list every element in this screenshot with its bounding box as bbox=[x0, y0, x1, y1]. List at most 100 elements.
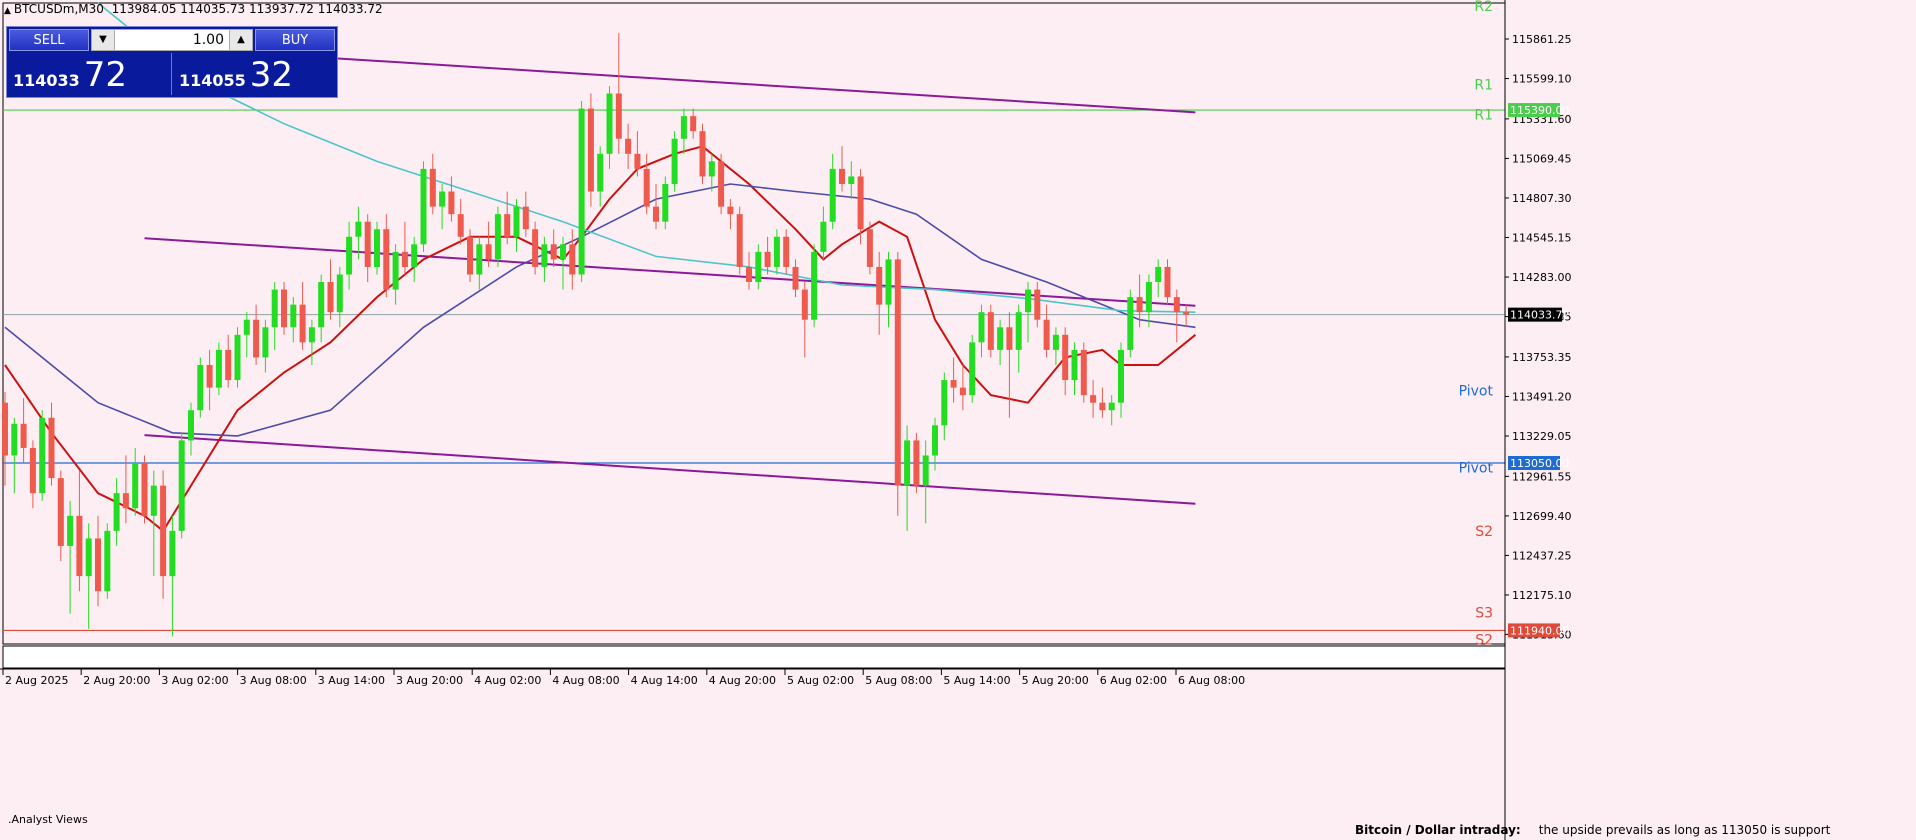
candle bbox=[225, 334, 232, 388]
candle bbox=[783, 229, 790, 275]
buy-button[interactable]: BUY bbox=[255, 29, 335, 51]
pivot-label-r1: R1 bbox=[1474, 77, 1493, 93]
candle-body bbox=[1080, 349, 1087, 396]
x-tick-label: 4 Aug 20:00 bbox=[709, 674, 776, 687]
lot-size-input[interactable]: ▼ 1.00 ▲ bbox=[91, 29, 253, 51]
candle bbox=[550, 229, 557, 267]
candle bbox=[467, 229, 473, 283]
candle bbox=[253, 304, 260, 365]
candle bbox=[494, 206, 501, 267]
time-axis: 2 Aug 2025 2 Aug 20:00 3 Aug 02:00 3 Aug 08… bbox=[2, 669, 1245, 687]
indicator-subwindow bbox=[2, 645, 1506, 669]
pivot-label-s3: S3 bbox=[1475, 605, 1493, 621]
candle bbox=[569, 229, 576, 290]
candle-body bbox=[634, 153, 641, 169]
collapse-triangle-icon[interactable]: ▲ bbox=[4, 6, 11, 16]
candle-body bbox=[680, 116, 687, 139]
candle-body bbox=[457, 214, 464, 237]
candle-body bbox=[420, 168, 427, 245]
x-tick-label: 5 Aug 02:00 bbox=[787, 674, 854, 687]
candle-body bbox=[857, 176, 864, 230]
candle-body bbox=[243, 319, 250, 335]
candle bbox=[383, 214, 390, 298]
price-chart[interactable]: R2 R1 R1 Pivot Pivot S2 S3 S2 115861.25 115599.1… bbox=[0, 0, 1916, 840]
x-tick-label: 5 Aug 08:00 bbox=[865, 674, 932, 687]
y-tick-label: 112961.55 bbox=[1512, 470, 1572, 483]
candle-body bbox=[894, 259, 901, 486]
candle bbox=[215, 342, 222, 396]
candle bbox=[1080, 342, 1087, 403]
candle-body bbox=[1108, 402, 1115, 411]
candle-body bbox=[1164, 266, 1171, 298]
sell-price[interactable]: 114033 72 bbox=[13, 55, 127, 95]
y-tick-label: 112699.40 bbox=[1512, 510, 1572, 523]
sell-button[interactable]: SELL bbox=[9, 29, 89, 51]
candle bbox=[346, 221, 353, 290]
candle-body bbox=[141, 463, 148, 516]
symbol-name: BTCUSDm,M30 bbox=[13, 2, 104, 16]
candle bbox=[913, 432, 920, 494]
level-price-label: 115390.00 bbox=[1510, 104, 1570, 117]
candle-body bbox=[1052, 334, 1059, 350]
y-tick-label: 114807.30 bbox=[1512, 192, 1572, 205]
candle-body bbox=[932, 425, 938, 456]
candle bbox=[318, 274, 325, 343]
ohlc-values: 113984.05 114035.73 113937.72 114033.72 bbox=[111, 2, 383, 16]
candle-body bbox=[801, 289, 808, 320]
candle-body bbox=[848, 176, 855, 184]
candle bbox=[243, 312, 250, 358]
candles bbox=[2, 33, 1190, 637]
candle-body bbox=[885, 259, 892, 305]
candle-body bbox=[178, 440, 185, 531]
candle bbox=[1173, 289, 1180, 343]
candle bbox=[29, 440, 36, 509]
candle-body bbox=[811, 251, 818, 320]
candle bbox=[1052, 327, 1059, 365]
x-tick-label: 3 Aug 14:00 bbox=[318, 674, 385, 687]
buy-price[interactable]: 114055 32 bbox=[179, 55, 293, 95]
candle bbox=[941, 372, 948, 441]
candle-body bbox=[913, 440, 920, 486]
candle-body bbox=[987, 312, 994, 350]
candle-body bbox=[122, 493, 129, 509]
candle-body bbox=[959, 387, 966, 396]
pivot-label-r1: R1 bbox=[1474, 108, 1493, 124]
candle-body bbox=[1034, 289, 1041, 320]
candle bbox=[866, 221, 873, 275]
candle bbox=[234, 327, 241, 388]
candle bbox=[839, 146, 845, 192]
candle-body bbox=[643, 168, 650, 207]
candle bbox=[904, 425, 911, 531]
lot-increase-icon[interactable]: ▲ bbox=[229, 30, 252, 50]
candle bbox=[718, 153, 725, 215]
candle-body bbox=[346, 236, 353, 275]
candle-body bbox=[1043, 319, 1050, 350]
candle-body bbox=[271, 289, 278, 328]
candle bbox=[597, 146, 604, 207]
chart-frame bbox=[0, 2, 1506, 670]
candle-body bbox=[494, 214, 501, 260]
candle-body bbox=[904, 440, 911, 486]
candle-body bbox=[48, 417, 55, 479]
candle-body bbox=[11, 423, 18, 456]
candle-body bbox=[20, 423, 27, 448]
candle bbox=[606, 85, 613, 169]
candle bbox=[625, 123, 632, 169]
candle-body bbox=[625, 138, 632, 154]
candle bbox=[1025, 282, 1031, 343]
candle-body bbox=[429, 168, 436, 207]
x-tick-label: 5 Aug 14:00 bbox=[943, 674, 1010, 687]
lot-decrease-icon[interactable]: ▼ bbox=[92, 30, 115, 50]
candle bbox=[281, 282, 287, 335]
y-tick-label: 115599.10 bbox=[1512, 73, 1572, 86]
candle-body bbox=[336, 274, 343, 313]
candle bbox=[727, 199, 734, 230]
candle-body bbox=[792, 266, 799, 290]
candle bbox=[169, 515, 176, 637]
lot-size-value[interactable]: 1.00 bbox=[116, 30, 228, 50]
candle-body bbox=[671, 138, 678, 184]
x-tick-label: 2 Aug 2025 bbox=[5, 674, 68, 687]
candle bbox=[1145, 274, 1152, 328]
candle-body bbox=[876, 266, 883, 305]
candle bbox=[113, 478, 120, 546]
